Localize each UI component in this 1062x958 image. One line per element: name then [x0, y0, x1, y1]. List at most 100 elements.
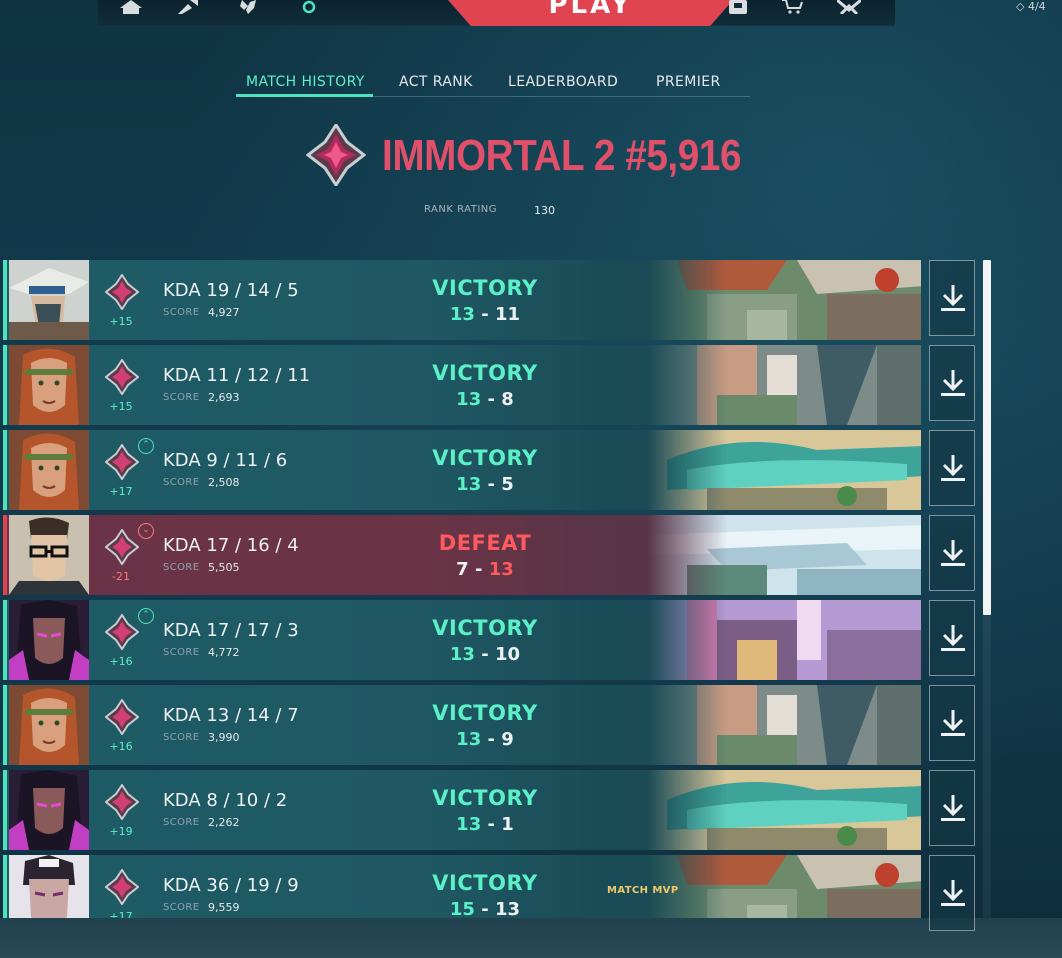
combat-score: 2,693: [208, 391, 240, 404]
score-separator: -: [487, 814, 495, 835]
career-tabs: MATCH HISTORY ACT RANK LEADERBOARD PREMI…: [236, 70, 750, 97]
kda-text: KDA 13 / 14 / 7: [163, 705, 299, 726]
enemy-rounds: 5: [501, 474, 514, 495]
download-replay-button[interactable]: [929, 430, 975, 506]
tab-leaderboard[interactable]: LEADERBOARD: [508, 74, 618, 90]
download-icon: [941, 880, 965, 906]
enemy-rounds: 9: [501, 729, 514, 750]
match-row[interactable]: +15 KDA 11 / 12 / 11 SCORE 2,693 VICTORY 13 -…: [3, 345, 921, 425]
download-replay-button[interactable]: [929, 685, 975, 761]
immortal-rank-icon: [105, 444, 139, 480]
tab-premier[interactable]: PREMIER: [656, 74, 721, 90]
team-rounds: 13: [456, 389, 482, 410]
immortal-rank-icon: [105, 869, 139, 905]
download-replay-button[interactable]: [929, 515, 975, 591]
enemy-rounds: 10: [495, 644, 521, 665]
map-thumbnail: [647, 345, 921, 425]
tab-act-rank[interactable]: ACT RANK: [399, 74, 473, 90]
rank-up-icon: ⌃: [138, 438, 154, 454]
kda-text: KDA 19 / 14 / 5: [163, 280, 299, 301]
match-result: VICTORY: [432, 446, 538, 470]
kda-text: KDA 8 / 10 / 2: [163, 790, 288, 811]
rr-change: +16: [109, 655, 133, 668]
match-result: DEFEAT: [438, 531, 532, 555]
store-icon[interactable]: [780, 0, 806, 16]
match-row[interactable]: ⌄ -21 KDA 17 / 16 / 4 SCORE 5,505 DEFEAT 7 - 1…: [3, 515, 921, 595]
enemy-rounds: 1: [501, 814, 514, 835]
diamond-icon: ◇: [1016, 0, 1025, 13]
round-score: 13 - 8: [387, 389, 583, 410]
download-icon: [941, 370, 965, 396]
match-result: VICTORY: [432, 616, 538, 640]
scrollbar[interactable]: [983, 260, 991, 918]
rr-change: -21: [112, 570, 130, 583]
rr-change: +17: [109, 485, 133, 498]
combat-score: 4,772: [208, 646, 240, 659]
rr-change: +15: [109, 400, 133, 413]
active-tab-indicator: [236, 94, 373, 97]
team-rounds: 7: [456, 559, 469, 580]
kda-text: KDA 9 / 11 / 6: [163, 450, 288, 471]
career-icon[interactable]: [296, 0, 322, 16]
rr-change: +17: [109, 910, 133, 918]
score-label: SCORE: [163, 647, 200, 658]
agent-portrait: [9, 770, 89, 850]
agent-portrait: [9, 855, 89, 918]
agents-icon[interactable]: [236, 0, 262, 16]
combat-score: 2,262: [208, 816, 240, 829]
immortal-rank-icon: [105, 359, 139, 395]
kda-text: KDA 36 / 19 / 9: [163, 875, 299, 896]
social-icon[interactable]: [725, 0, 751, 16]
score-label: SCORE: [163, 562, 200, 573]
rr-change: +16: [109, 740, 133, 753]
score-label: SCORE: [163, 477, 200, 488]
score-separator: -: [487, 389, 495, 410]
match-row[interactable]: ⌃ +17 KDA 9 / 11 / 6 SCORE 2,508 VICTORY 13 - …: [3, 430, 921, 510]
battlepass-icon[interactable]: [668, 0, 694, 16]
download-replay-button[interactable]: [929, 855, 975, 931]
score-label: SCORE: [163, 817, 200, 828]
combat-score: 9,559: [208, 901, 240, 914]
download-replay-button[interactable]: [929, 770, 975, 846]
kda-text: KDA 11 / 12 / 11: [163, 365, 311, 386]
rank-rating-label: RANK RATING: [424, 204, 497, 215]
map-thumbnail: [647, 685, 921, 765]
kda-text: KDA 17 / 16 / 4: [163, 535, 299, 556]
round-score: 7 - 13: [387, 559, 583, 580]
download-replay-button[interactable]: [929, 345, 975, 421]
match-row[interactable]: ⌃ +16 KDA 17 / 17 / 3 SCORE 4,772 VICTORY 13 -…: [3, 600, 921, 680]
download-replay-button[interactable]: [929, 260, 975, 336]
immortal-rank-icon: [306, 124, 366, 186]
match-result: VICTORY: [432, 871, 538, 895]
immortal-rank-icon: [105, 699, 139, 735]
match-row[interactable]: +19 KDA 8 / 10 / 2 SCORE 2,262 VICTORY 13 - 1: [3, 770, 921, 850]
team-rounds: 13: [456, 729, 482, 750]
enemy-rounds: 13: [488, 559, 514, 580]
rank-down-icon: ⌄: [138, 523, 154, 539]
score-separator: -: [474, 559, 483, 580]
enemy-rounds: 13: [495, 899, 521, 918]
match-row[interactable]: +15 KDA 19 / 14 / 5 SCORE 4,927 VICTORY 13 - …: [3, 260, 921, 340]
kda-text: KDA 17 / 17 / 3: [163, 620, 299, 641]
tab-match-history[interactable]: MATCH HISTORY: [246, 74, 365, 90]
scrollbar-thumb[interactable]: [983, 260, 991, 615]
rr-change: +15: [109, 315, 133, 328]
download-replay-button[interactable]: [929, 600, 975, 676]
esports-icon[interactable]: [836, 0, 862, 16]
round-score: 13 - 10: [387, 644, 583, 665]
team-rounds: 13: [456, 814, 482, 835]
match-row[interactable]: +17 KDA 36 / 19 / 9 SCORE 9,559 VICTORY 15 - …: [3, 855, 921, 918]
score-label: SCORE: [163, 902, 200, 913]
round-score: 15 - 13: [387, 899, 583, 918]
rr-change: +19: [109, 825, 133, 838]
collection-icon[interactable]: [174, 0, 200, 16]
agent-portrait: [9, 260, 89, 340]
round-score: 13 - 5: [387, 474, 583, 495]
combat-score: 3,990: [208, 731, 240, 744]
vp-counter: ◇ 4/4: [1016, 0, 1046, 13]
score-separator: -: [481, 899, 489, 918]
home-icon[interactable]: [118, 0, 144, 16]
download-icon: [941, 710, 965, 736]
download-icon: [941, 285, 965, 311]
match-row[interactable]: +16 KDA 13 / 14 / 7 SCORE 3,990 VICTORY 13 - …: [3, 685, 921, 765]
